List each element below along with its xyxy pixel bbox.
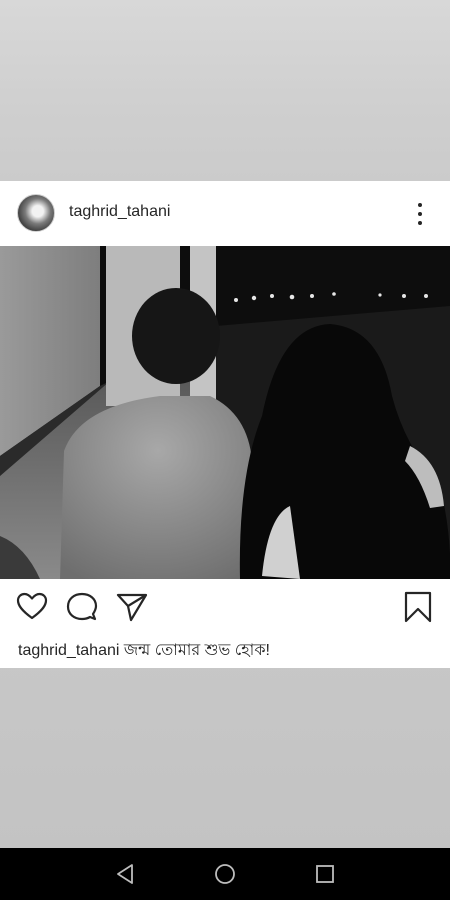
home-circle-icon[interactable] bbox=[213, 862, 237, 886]
avatar[interactable] bbox=[17, 194, 55, 232]
post-username[interactable]: taghrid_tahani bbox=[69, 203, 170, 221]
comment-icon[interactable] bbox=[66, 591, 98, 623]
bookmark-icon[interactable] bbox=[402, 591, 434, 623]
post-card: taghrid_tahani taghrid_tahani জন্ম তোমার… bbox=[0, 181, 450, 668]
background-top bbox=[0, 0, 450, 181]
heart-icon[interactable] bbox=[16, 591, 48, 623]
more-vertical-icon[interactable] bbox=[410, 201, 430, 227]
caption-text: জন্ম তোমার শুভ হোক! bbox=[119, 642, 270, 659]
action-bar bbox=[0, 579, 450, 631]
send-icon[interactable] bbox=[116, 591, 148, 623]
post-photo[interactable] bbox=[0, 246, 450, 579]
post-caption: taghrid_tahani জন্ম তোমার শুভ হোক! bbox=[18, 637, 438, 664]
post-header: taghrid_tahani bbox=[0, 181, 450, 246]
android-nav-bar bbox=[0, 848, 450, 900]
caption-username[interactable]: taghrid_tahani bbox=[18, 642, 119, 659]
back-triangle-icon[interactable] bbox=[113, 862, 137, 886]
recent-square-icon[interactable] bbox=[313, 862, 337, 886]
